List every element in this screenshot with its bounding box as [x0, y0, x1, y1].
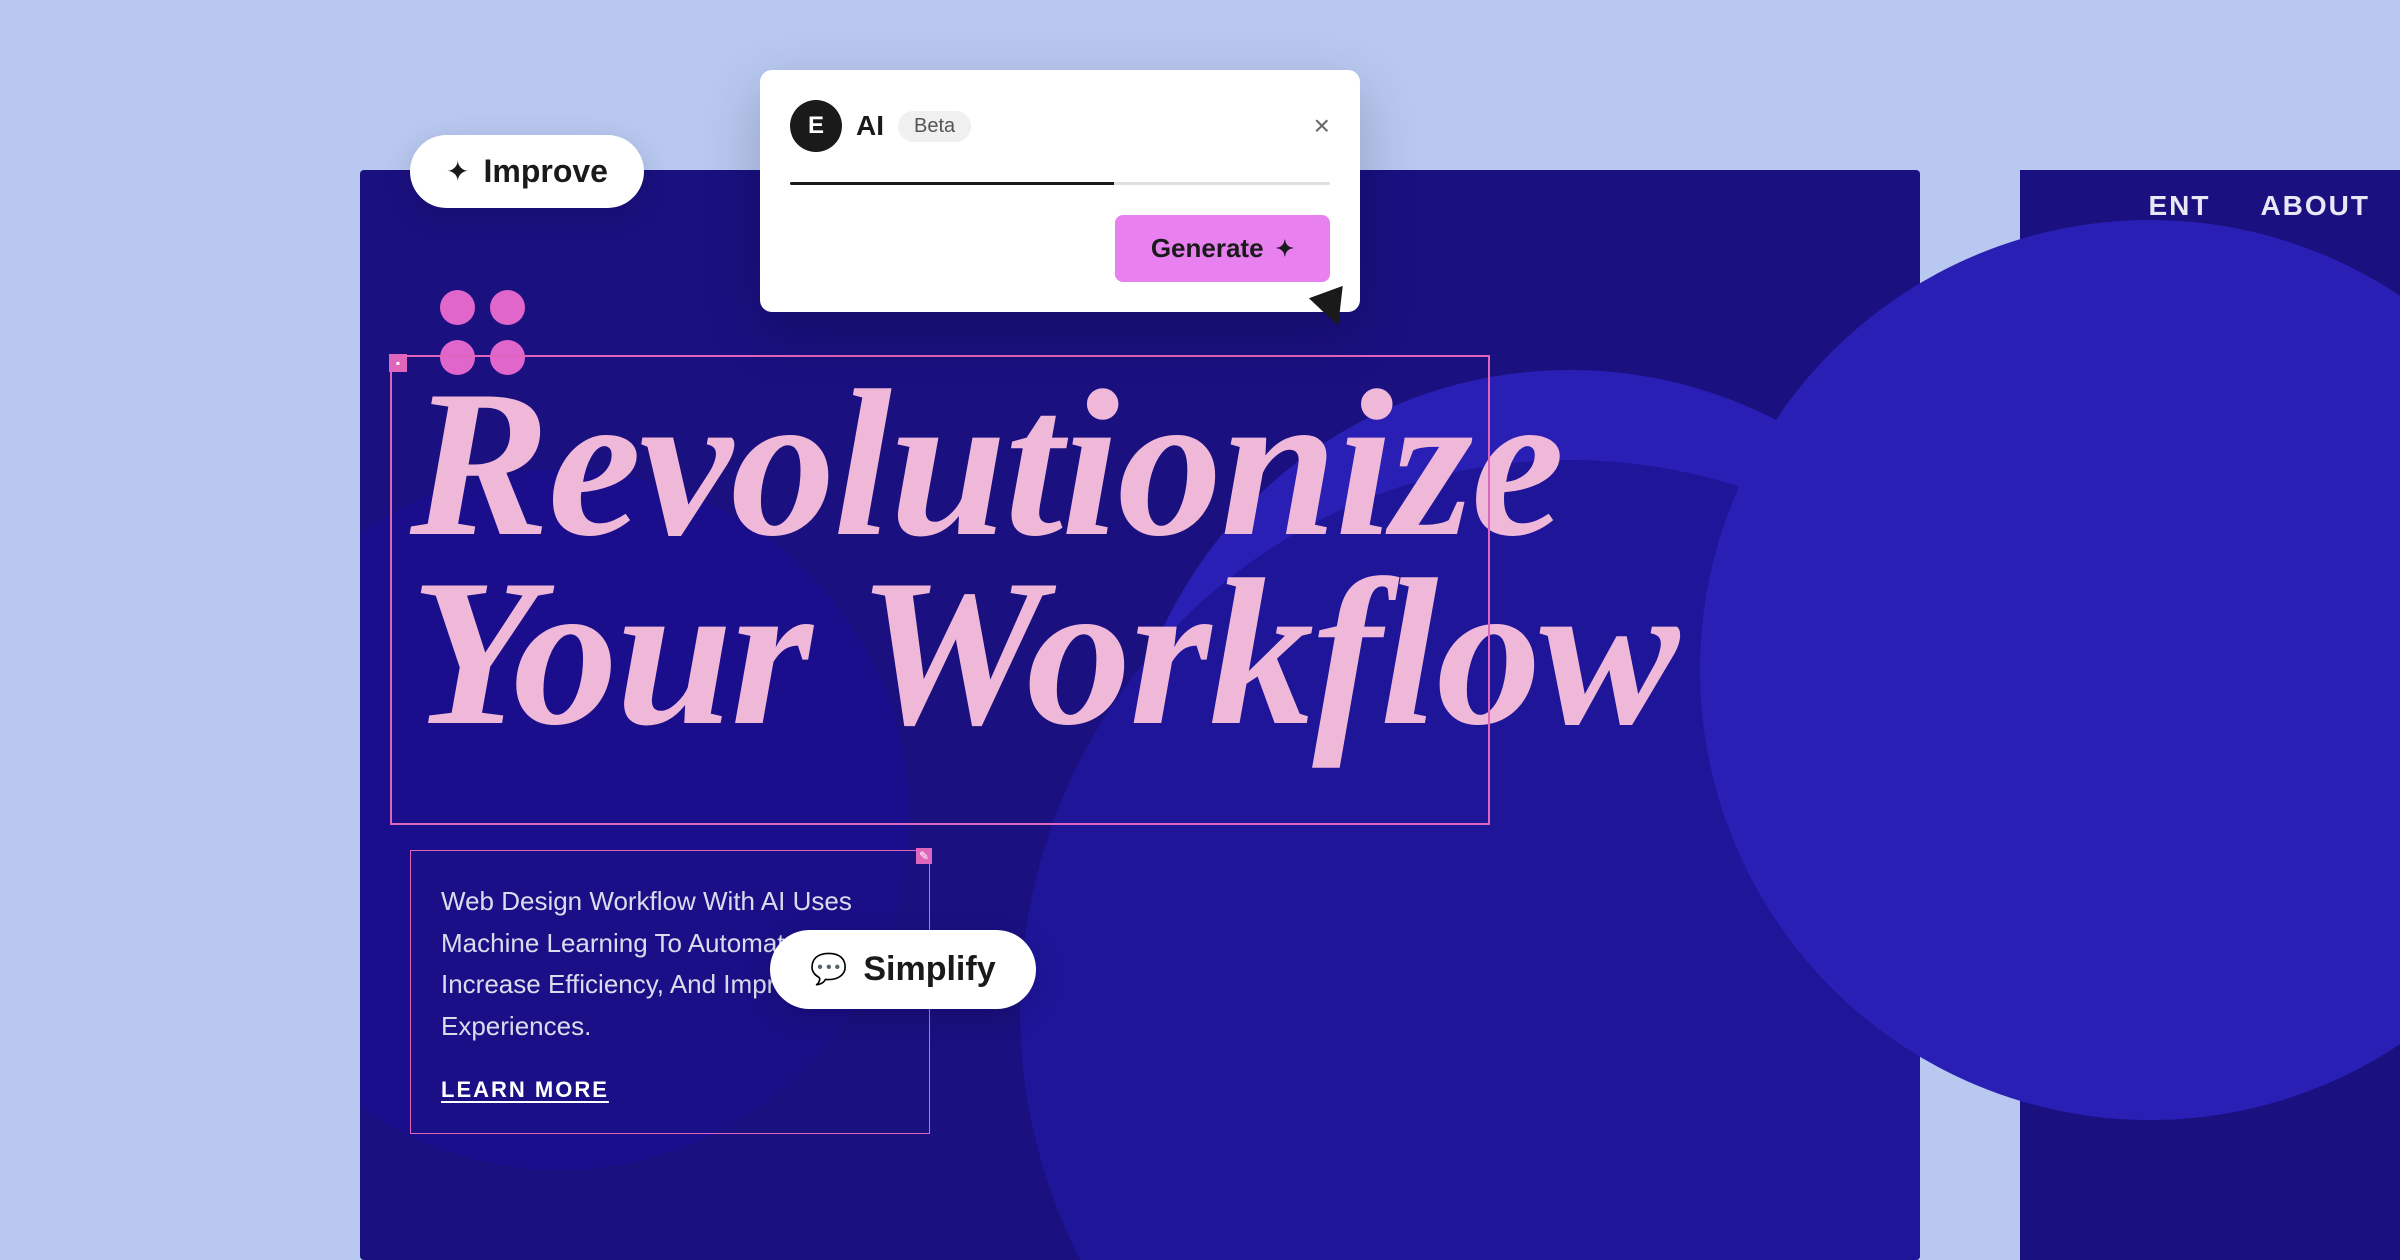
generate-label: Generate — [1151, 233, 1264, 264]
ai-label: AI — [856, 110, 884, 142]
nav-item-ent[interactable]: ENT — [2148, 190, 2210, 222]
modal-input-line — [790, 182, 1330, 185]
website-panel: ▪ Revolutionize Your Workflow ✎ Web Desi… — [360, 170, 1920, 1260]
learn-more-link[interactable]: LEARN MORE — [441, 1077, 609, 1103]
ai-modal: E AI Beta × Generate ✦ — [760, 70, 1360, 312]
desc-handle: ✎ — [916, 848, 932, 864]
circle-tl — [440, 290, 475, 325]
selection-handle-icon: ▪ — [396, 356, 400, 370]
improve-sparkle-icon: ✦ — [446, 155, 469, 188]
website-right-extension — [2020, 170, 2400, 1260]
nav-item-about[interactable]: ABOUT — [2260, 190, 2370, 222]
elementor-logo: E — [790, 100, 842, 152]
selection-box: ▪ — [390, 355, 1490, 825]
generate-button[interactable]: Generate ✦ — [1115, 215, 1330, 282]
modal-logo-area: E AI Beta — [790, 100, 971, 152]
selection-handle: ▪ — [389, 354, 407, 372]
beta-badge: Beta — [898, 111, 971, 142]
chat-icon: 💬 — [810, 952, 847, 987]
generate-sparkle-icon: ✦ — [1276, 236, 1294, 262]
close-button[interactable]: × — [1314, 112, 1330, 140]
elementor-e-letter: E — [808, 112, 824, 140]
improve-bubble-text: Improve — [483, 153, 607, 190]
modal-footer: Generate ✦ — [790, 215, 1330, 282]
website-nav-right-visible: ENT ABOUT — [2148, 190, 2370, 222]
modal-input-area — [790, 182, 1330, 185]
improve-bubble[interactable]: ✦ Improve — [410, 135, 644, 208]
simplify-text: Simplify — [863, 950, 995, 989]
circle-tr — [490, 290, 525, 325]
modal-header: E AI Beta × — [790, 100, 1330, 152]
simplify-bubble[interactable]: 💬 Simplify — [770, 930, 1036, 1009]
